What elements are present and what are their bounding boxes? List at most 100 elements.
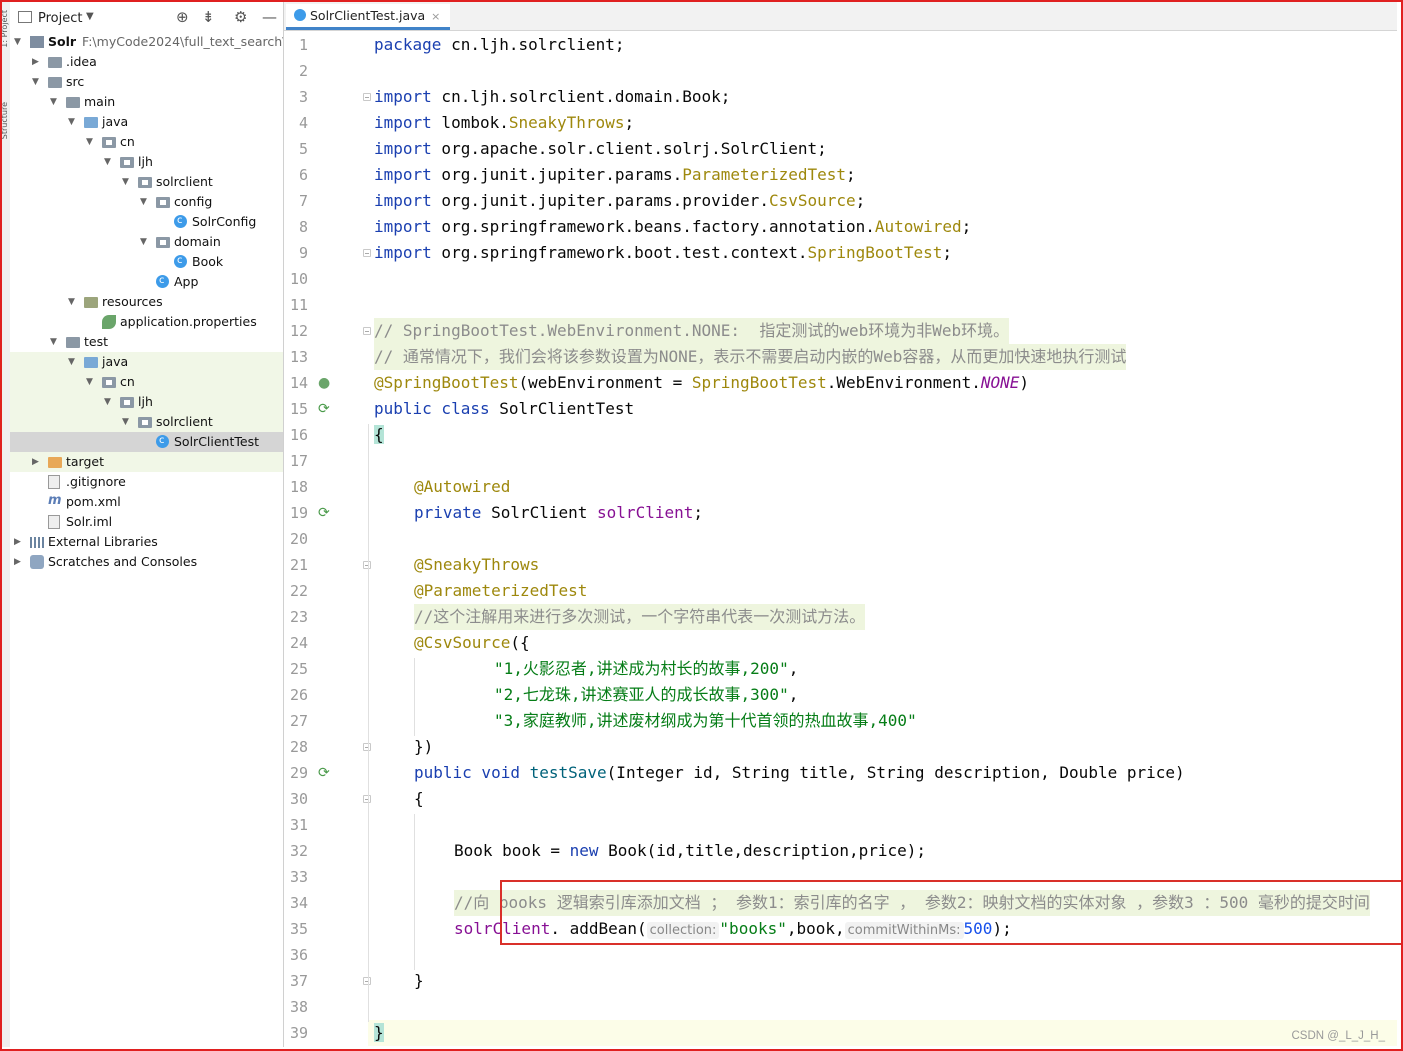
tree-item-label: Solr xyxy=(48,34,77,49)
package-icon xyxy=(102,137,116,148)
module-icon xyxy=(30,36,44,48)
tree-item-package-cn-test[interactable]: ▼ cn xyxy=(10,372,283,392)
java-class-icon xyxy=(156,431,169,451)
tree-item-folder-java-main[interactable]: ▼ java xyxy=(10,112,283,132)
code-text: }) xyxy=(414,737,434,756)
package-icon xyxy=(120,157,134,168)
tree-item-class-solrconfig[interactable]: SolrConfig xyxy=(10,211,283,232)
code-line-22: @ParameterizedTest xyxy=(414,578,587,604)
source-folder-icon xyxy=(84,357,98,368)
collapse-arrow-icon[interactable]: ▶ xyxy=(32,52,42,72)
expand-arrow-icon[interactable]: ▼ xyxy=(140,192,150,212)
tree-item-package-cn[interactable]: ▼ cn xyxy=(10,132,283,152)
tree-item-folder-main[interactable]: ▼ main xyxy=(10,92,283,112)
tree-item-file-application-properties[interactable]: application.properties xyxy=(10,312,283,332)
tree-item-external-libraries[interactable]: ▶ External Libraries xyxy=(10,532,283,552)
gear-icon[interactable]: ⚙ xyxy=(234,8,247,26)
expand-arrow-icon[interactable]: ▼ xyxy=(140,232,150,252)
tree-item-folder-java-test[interactable]: ▼ java xyxy=(10,352,283,372)
annotation-ref: SpringBootTest xyxy=(691,373,827,392)
tree-item-scratches-and-consoles[interactable]: ▶ Scratches and Consoles xyxy=(10,552,283,572)
tab-solrclienttest[interactable]: SolrClientTest.java × xyxy=(286,4,451,30)
code-line-34: //向 books 逻辑索引库添加文档 ； 参数1：索引库的名字 ， 参数2：映… xyxy=(454,890,1370,916)
java-class-icon xyxy=(156,271,169,291)
autowired-bean-icon[interactable]: ⟳ xyxy=(318,500,330,526)
locate-icon[interactable]: ⊕ xyxy=(176,8,189,26)
tree-item-label: External Libraries xyxy=(48,534,158,549)
code-area[interactable]: package cn.ljh.solrclient; import cn.ljh… xyxy=(368,32,1403,1047)
line-number: 33 xyxy=(289,868,308,886)
line-number: 12 xyxy=(289,322,308,340)
code-text: , xyxy=(788,659,799,678)
collapse-arrow-icon[interactable]: ▶ xyxy=(14,532,24,552)
line-number: 35 xyxy=(289,920,308,938)
annotation: @SneakyThrows xyxy=(414,555,540,574)
expand-arrow-icon[interactable]: ▼ xyxy=(122,412,132,432)
tree-item-root-solr[interactable]: ▼ Solr F:\myCode2024\full_text_search\Sol xyxy=(10,32,283,52)
expand-arrow-icon[interactable]: ▼ xyxy=(68,352,78,372)
tree-item-label: target xyxy=(66,454,105,469)
package-icon xyxy=(102,377,116,388)
collapse-all-icon[interactable]: ⇟ xyxy=(202,8,215,26)
tree-item-file-gitignore[interactable]: .gitignore xyxy=(10,472,283,492)
tree-item-package-domain[interactable]: ▼ domain xyxy=(10,232,283,252)
tree-item-class-app[interactable]: App xyxy=(10,271,283,292)
collapse-arrow-icon[interactable]: ▶ xyxy=(14,552,24,572)
tree-item-folder-idea[interactable]: ▶ .idea xyxy=(10,52,283,72)
expand-arrow-icon[interactable]: ▼ xyxy=(50,332,60,352)
code-line-26: "2,七龙珠,讲述赛亚人的成长故事,300", xyxy=(494,682,798,708)
tree-item-folder-src[interactable]: ▼ src xyxy=(10,72,283,92)
package-icon xyxy=(156,197,170,208)
run-test-icon[interactable]: ⟳ xyxy=(318,396,330,422)
structure-stripe-label[interactable]: Structure xyxy=(2,102,10,139)
expand-arrow-icon[interactable]: ▼ xyxy=(104,152,114,172)
tree-item-package-ljh-test[interactable]: ▼ ljh xyxy=(10,392,283,412)
excluded-folder-icon xyxy=(48,457,62,468)
keyword: import xyxy=(374,165,432,184)
tree-item-class-solrclienttest[interactable]: SolrClientTest xyxy=(10,431,283,452)
line-number: 2 xyxy=(298,62,308,80)
tree-item-folder-target[interactable]: ▶ target xyxy=(10,452,283,472)
keyword: import xyxy=(374,243,432,262)
tree-item-label: Book xyxy=(192,254,224,269)
line-number: 3 xyxy=(298,88,308,106)
chevron-down-icon[interactable]: ▼ xyxy=(86,11,94,22)
line-number: 11 xyxy=(289,296,308,314)
spring-bean-icon[interactable]: ● xyxy=(318,370,330,396)
expand-arrow-icon[interactable]: ▼ xyxy=(68,292,78,312)
source-folder-icon xyxy=(84,117,98,128)
tree-item-package-ljh[interactable]: ▼ ljh xyxy=(10,152,283,172)
expand-arrow-icon[interactable]: ▼ xyxy=(32,72,42,92)
tree-item-folder-resources[interactable]: ▼ resources xyxy=(10,292,283,312)
expand-arrow-icon[interactable]: ▼ xyxy=(50,92,60,112)
tree-item-file-pom-xml[interactable]: m pom.xml xyxy=(10,492,283,512)
project-view-selector[interactable]: Project xyxy=(38,11,82,26)
project-stripe-label[interactable]: 1: Project xyxy=(2,10,10,48)
minimize-icon[interactable]: — xyxy=(262,8,277,26)
close-icon[interactable]: × xyxy=(431,10,440,23)
expand-arrow-icon[interactable]: ▼ xyxy=(122,172,132,192)
line-number: 4 xyxy=(298,114,308,132)
watermark: CSDN @_L_J_H_ xyxy=(1291,1030,1386,1042)
code-text: ; xyxy=(624,113,635,132)
collapse-arrow-icon[interactable]: ▶ xyxy=(32,452,42,472)
line-number: 25 xyxy=(289,660,308,678)
package-icon xyxy=(156,237,170,248)
tree-item-class-book[interactable]: Book xyxy=(10,251,283,272)
line-number: 29 xyxy=(289,764,308,782)
expand-arrow-icon[interactable]: ▼ xyxy=(104,392,114,412)
expand-arrow-icon[interactable]: ▼ xyxy=(14,32,24,52)
tree-item-file-solr-iml[interactable]: Solr.iml xyxy=(10,512,283,532)
tree-item-folder-test[interactable]: ▼ test xyxy=(10,332,283,352)
expand-arrow-icon[interactable]: ▼ xyxy=(86,132,96,152)
comment: // 通常情况下，我们会将该参数设置为NONE，表示不需要启动内嵌的Web容器，… xyxy=(374,347,1127,366)
tree-item-package-config[interactable]: ▼ config xyxy=(10,192,283,212)
run-test-icon[interactable]: ⟳ xyxy=(318,760,330,786)
code-text: Book book = xyxy=(454,841,570,860)
expand-arrow-icon[interactable]: ▼ xyxy=(68,112,78,132)
expand-arrow-icon[interactable]: ▼ xyxy=(86,372,96,392)
code-text: org.springframework.boot.test.context. xyxy=(431,243,808,262)
tree-item-package-solrclient-test[interactable]: ▼ solrclient xyxy=(10,412,283,432)
code-text: ; xyxy=(846,165,856,184)
tree-item-package-solrclient[interactable]: ▼ solrclient xyxy=(10,172,283,192)
